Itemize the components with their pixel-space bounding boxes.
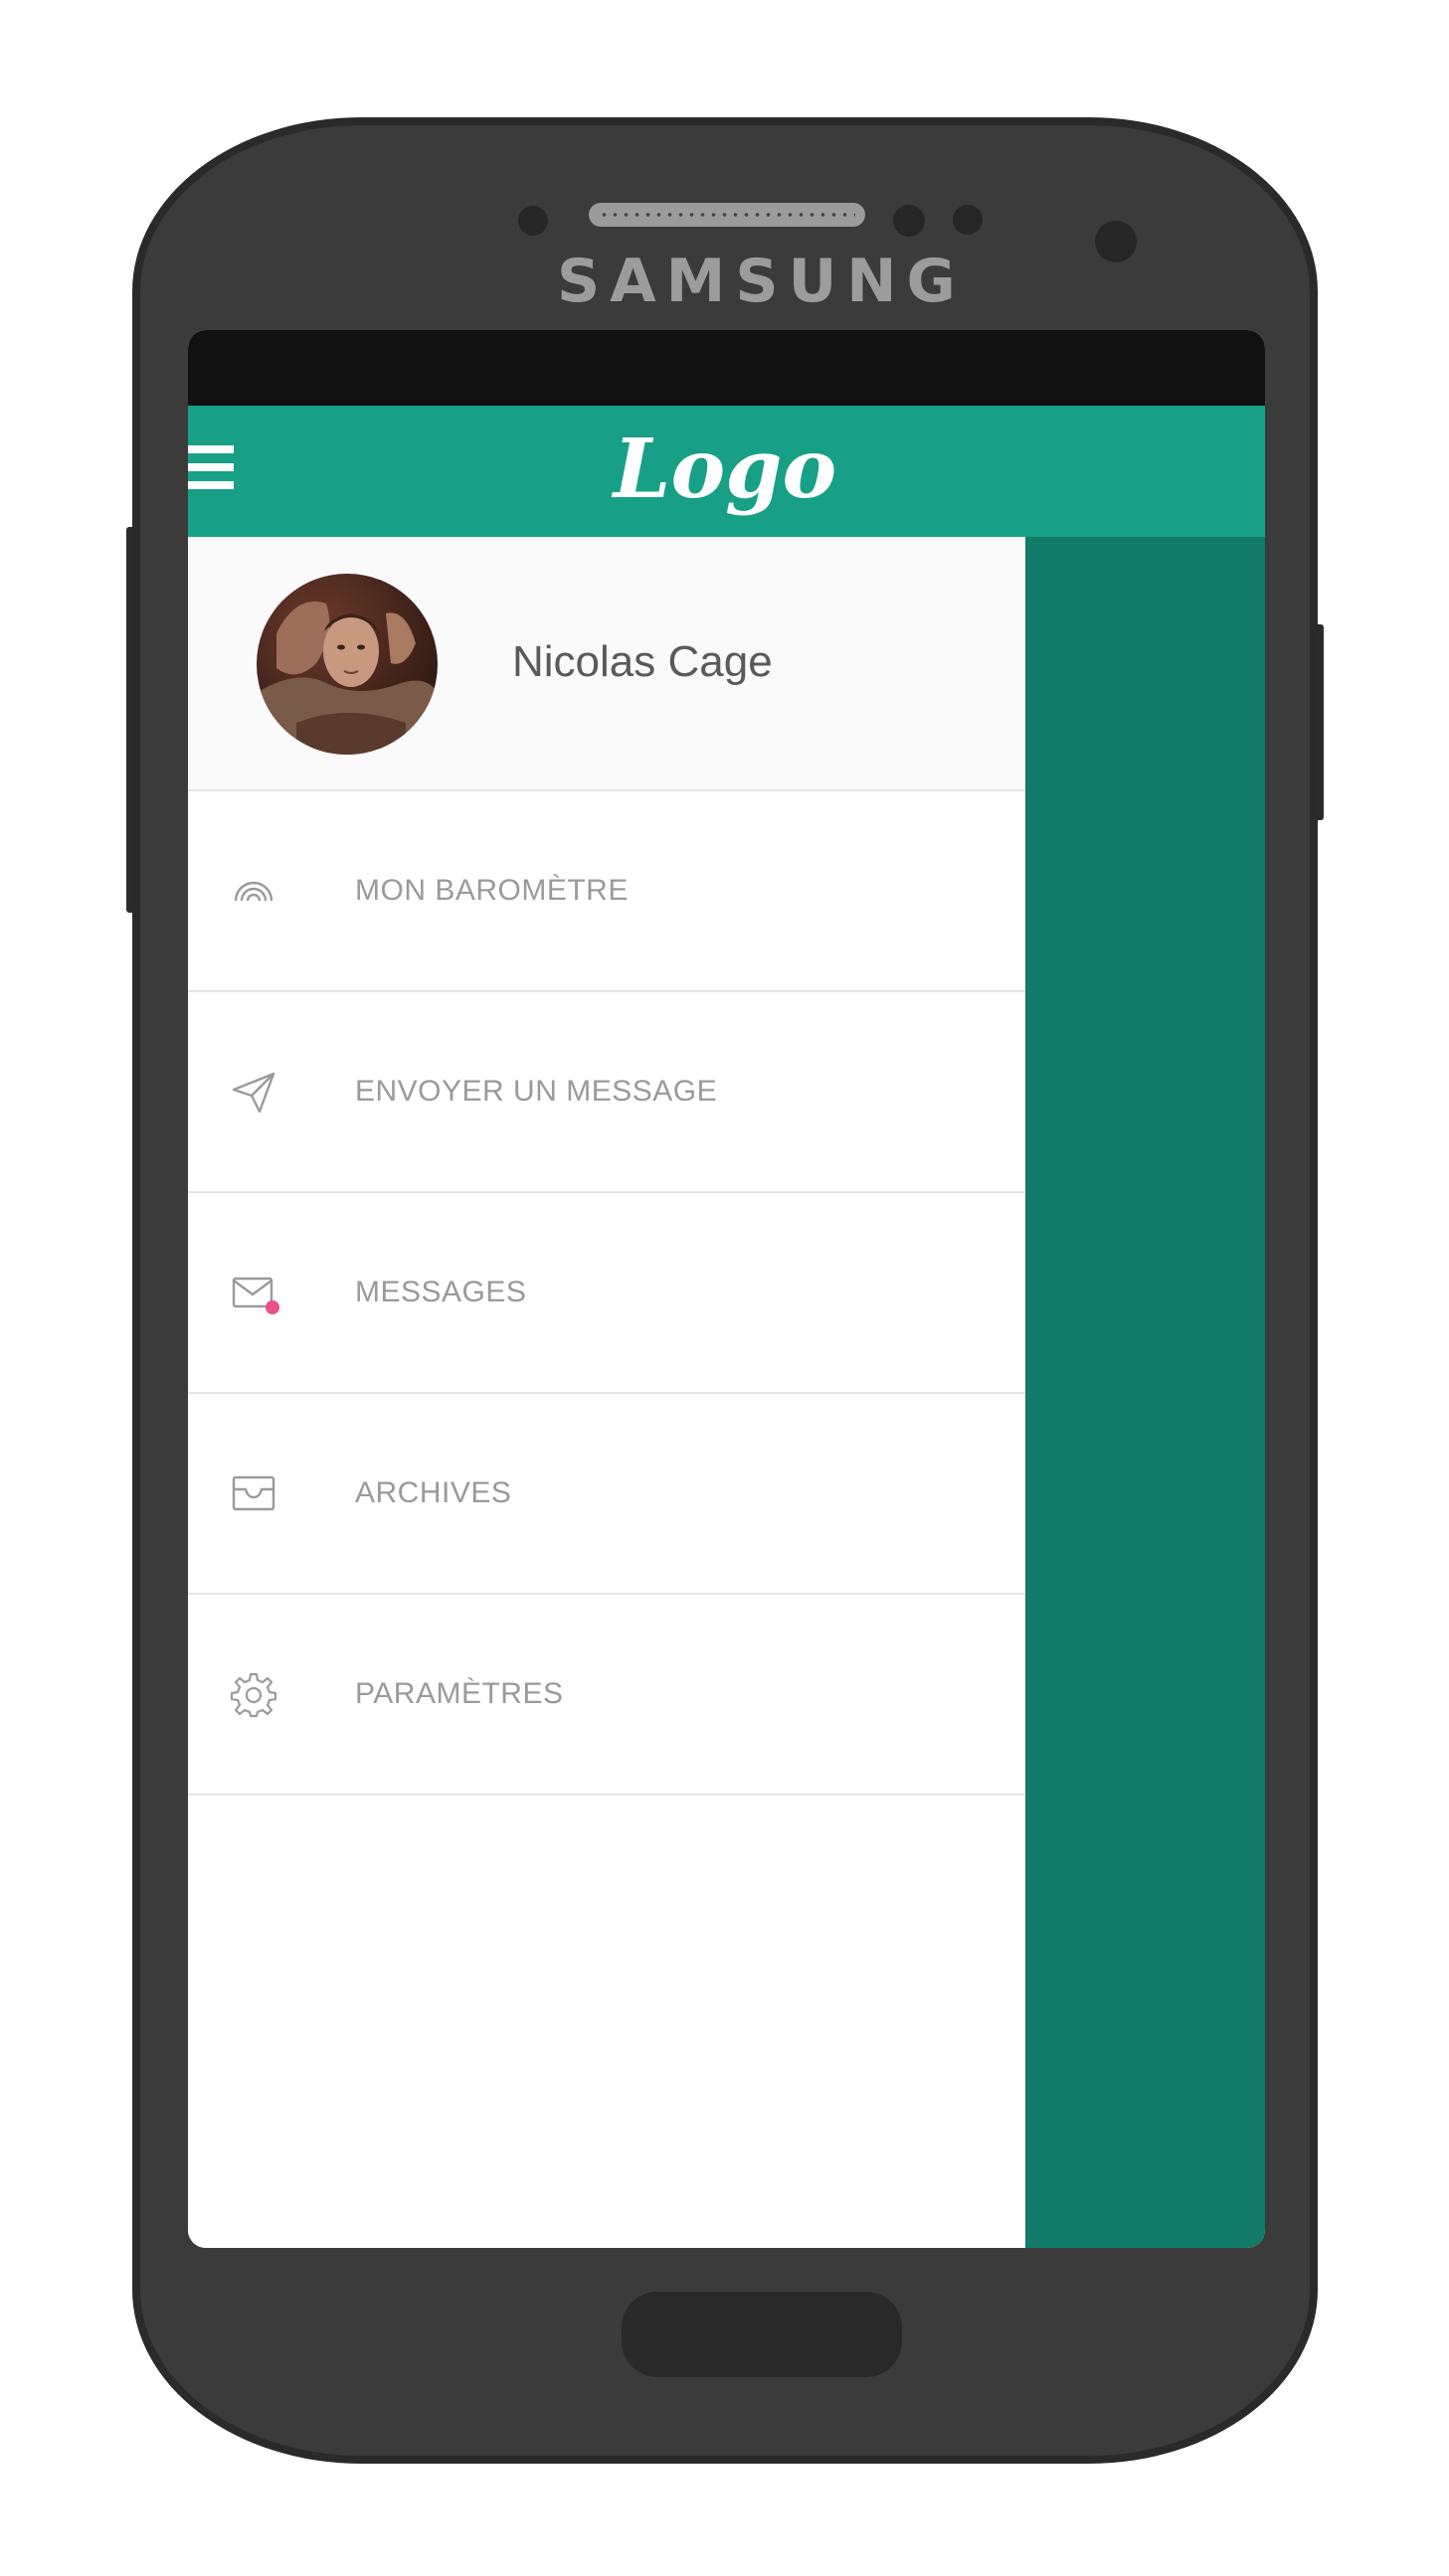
menu-item-messages[interactable]: MESSAGES xyxy=(188,1193,1025,1394)
proximity-sensor xyxy=(893,205,925,237)
drawer-scrim[interactable] xyxy=(1025,537,1265,2248)
drawer-profile-header: Nicolas Cage xyxy=(188,537,1025,791)
avatar[interactable] xyxy=(257,574,438,755)
screen: Logo Nicolas Cage MON BAROMÈTRE ENVOYER … xyxy=(188,330,1265,2248)
earpiece-speaker xyxy=(589,203,865,227)
barometer-icon xyxy=(234,881,273,902)
inbox-icon xyxy=(232,1475,275,1511)
menu-item-label: ENVOYER UN MESSAGE xyxy=(355,1075,718,1108)
status-bar xyxy=(188,330,1265,406)
device-brand: SAMSUNG xyxy=(557,247,966,316)
front-sensor xyxy=(518,206,548,236)
menu-item-label: MON BAROMÈTRE xyxy=(355,874,629,907)
front-camera xyxy=(1095,221,1137,262)
menu-item-archives[interactable]: ARCHIVES xyxy=(188,1394,1025,1595)
menu-item-send-message[interactable]: ENVOYER UN MESSAGE xyxy=(188,992,1025,1193)
app-logo: Logo xyxy=(613,422,837,517)
menu-item-label: PARAMÈTRES xyxy=(355,1677,564,1710)
home-button[interactable] xyxy=(622,2292,902,2377)
menu-item-barometer[interactable]: MON BAROMÈTRE xyxy=(188,791,1025,992)
navigation-drawer: Nicolas Cage MON BAROMÈTRE ENVOYER UN ME… xyxy=(188,537,1025,2248)
user-name: Nicolas Cage xyxy=(512,637,773,686)
menu-item-label: MESSAGES xyxy=(355,1276,527,1308)
avatar-photo xyxy=(257,574,438,755)
app-bar: Logo xyxy=(188,406,1265,537)
notification-dot xyxy=(266,1300,279,1314)
light-sensor xyxy=(953,205,983,235)
menu-item-settings[interactable]: PARAMÈTRES xyxy=(188,1595,1025,1796)
gear-icon xyxy=(230,1672,277,1718)
send-icon xyxy=(232,1072,275,1114)
menu-item-label: ARCHIVES xyxy=(355,1476,512,1509)
menu-icon[interactable] xyxy=(188,445,234,495)
